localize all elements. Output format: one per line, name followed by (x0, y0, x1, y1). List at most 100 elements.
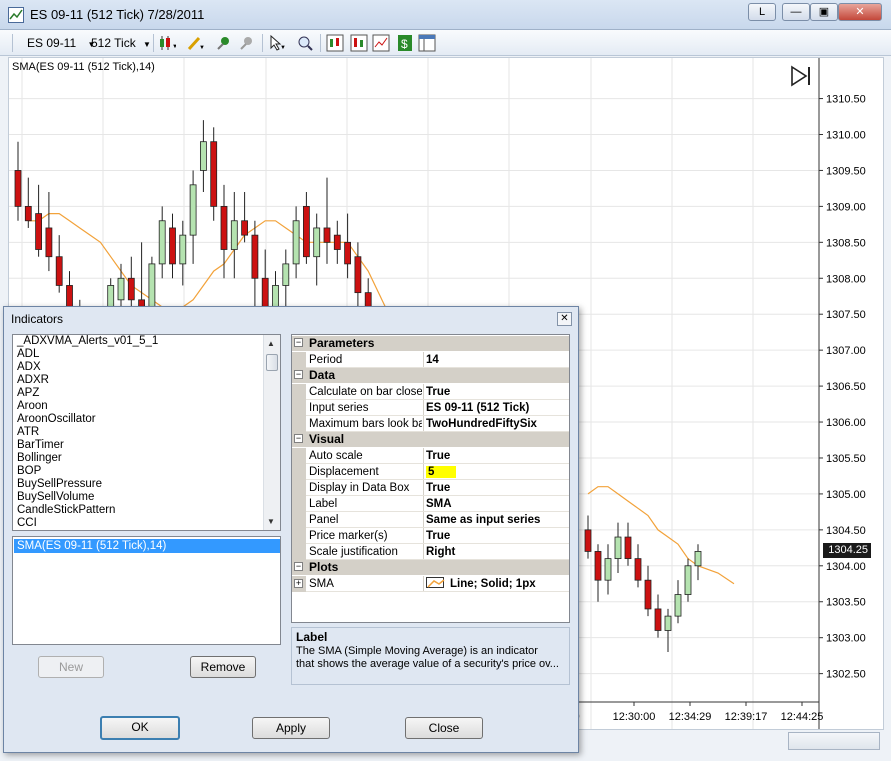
strategies-icon[interactable] (350, 34, 368, 52)
list-item[interactable]: AroonOscillator (13, 413, 280, 426)
list-item[interactable]: ADX (13, 361, 280, 374)
candle-body[interactable] (230, 220, 238, 250)
new-button[interactable]: New (38, 656, 104, 678)
property-value[interactable]: 14 (426, 353, 568, 367)
candlestick-style-icon[interactable]: ▼ (158, 34, 176, 52)
cursor-icon[interactable]: ▼ (268, 34, 286, 52)
property-value[interactable]: True (426, 449, 568, 463)
candle-body[interactable] (654, 608, 662, 631)
scroll-down-icon[interactable]: ▼ (267, 517, 275, 526)
column-divider[interactable] (423, 400, 424, 416)
dialog-close-button[interactable]: ✕ (557, 312, 572, 326)
column-divider[interactable] (423, 448, 424, 464)
collapse-toggle-icon[interactable]: − (294, 338, 303, 347)
property-row[interactable]: + SMA Line; Solid; 1px (292, 576, 569, 592)
property-value[interactable]: Right (426, 545, 568, 559)
candle-body[interactable] (24, 205, 32, 222)
maximize-button[interactable]: ▣ (810, 3, 838, 21)
candle-body[interactable] (292, 220, 300, 265)
apply-button[interactable]: Apply (252, 717, 330, 739)
property-value[interactable]: TwoHundredFiftySix (426, 417, 568, 431)
scroll-up-icon[interactable]: ▲ (267, 339, 275, 348)
list-item[interactable]: BuySellVolume (13, 491, 280, 504)
list-item[interactable]: CandleStickPattern (13, 504, 280, 517)
window-close-button[interactable]: ✕ (838, 3, 882, 21)
draw-pencil-icon[interactable]: ▼ (186, 34, 204, 52)
candle-body[interactable] (354, 256, 362, 294)
candle-body[interactable] (199, 141, 207, 171)
applied-indicator-item[interactable]: SMA(ES 09-11 (512 Tick),14) (14, 539, 280, 553)
horizontal-scrollbar[interactable] (788, 732, 880, 750)
candle-body[interactable] (169, 227, 176, 265)
candle-body[interactable] (664, 615, 672, 631)
column-divider[interactable] (423, 464, 424, 480)
candle-body[interactable] (333, 234, 341, 250)
candle-body[interactable] (584, 529, 592, 552)
column-divider[interactable] (423, 496, 424, 512)
property-value[interactable]: Line; Solid; 1px (426, 577, 568, 591)
property-row[interactable]: Scale justification Right (292, 544, 569, 560)
candle-body[interactable] (210, 141, 218, 207)
column-divider[interactable] (423, 512, 424, 528)
property-row[interactable]: Input series ES 09-11 (512 Tick) (292, 400, 569, 416)
candle-body[interactable] (45, 227, 53, 258)
collapse-toggle-icon[interactable]: − (294, 370, 303, 379)
close-button[interactable]: Close (405, 717, 483, 739)
candle-body[interactable] (684, 565, 692, 595)
candle-body[interactable] (189, 184, 197, 236)
candle-body[interactable] (127, 277, 135, 301)
data-box-icon[interactable] (418, 34, 436, 52)
property-row[interactable]: Display in Data Box True (292, 480, 569, 496)
list-item[interactable]: BuySellPressure (13, 478, 280, 491)
dollar-icon[interactable]: $ (396, 34, 414, 52)
property-value[interactable]: SMA (426, 497, 568, 511)
column-divider[interactable] (423, 528, 424, 544)
candle-body[interactable] (694, 551, 702, 567)
list-item[interactable]: ATR (13, 426, 280, 439)
zoom-icon[interactable] (296, 34, 314, 52)
property-row[interactable]: Maximum bars look back TwoHundredFiftySix (292, 416, 569, 432)
candle-body[interactable] (148, 263, 156, 308)
interval-selector[interactable]: 512 Tick ▼ (91, 36, 151, 50)
column-divider[interactable] (423, 576, 424, 592)
candle-body[interactable] (644, 579, 652, 610)
indicators-icon[interactable] (326, 34, 344, 52)
list-item[interactable]: BarTimer (13, 439, 280, 452)
list-item[interactable]: Aroon (13, 400, 280, 413)
candle-body[interactable] (302, 205, 310, 258)
property-row[interactable]: Price marker(s) True (292, 528, 569, 544)
property-value[interactable]: 5 (426, 465, 568, 479)
add-marker-icon[interactable] (215, 34, 233, 52)
candle-body[interactable] (55, 256, 63, 286)
candle-body[interactable] (35, 213, 43, 250)
candle-body[interactable] (614, 536, 622, 560)
chart-properties-icon[interactable] (372, 34, 390, 52)
property-category[interactable]: − Parameters (292, 336, 569, 351)
column-divider[interactable] (423, 384, 424, 400)
candle-body[interactable] (241, 220, 249, 236)
candle-body[interactable] (624, 536, 632, 560)
list-item[interactable]: APZ (13, 387, 280, 400)
list-scrollbar[interactable]: ▲ ▼ (263, 335, 280, 530)
candle-body[interactable] (14, 170, 22, 207)
expand-toggle-icon[interactable]: + (294, 579, 303, 588)
property-value[interactable]: True (426, 481, 568, 495)
property-grid[interactable]: − Parameters Period 14− Data Calculate on bar… (291, 334, 570, 623)
candle-body[interactable] (251, 234, 259, 279)
candle-body[interactable] (220, 205, 228, 250)
list-item[interactable]: CCI (13, 517, 280, 530)
scroll-thumb[interactable] (266, 354, 278, 371)
remove-button[interactable]: Remove (190, 656, 256, 678)
remove-marker-icon[interactable] (238, 34, 256, 52)
column-divider[interactable] (423, 544, 424, 560)
available-indicators-list[interactable]: _ADXVMA_Alerts_v01_5_1 ADL ADX ADXR APZ … (12, 334, 281, 531)
candle-body[interactable] (158, 220, 166, 265)
column-divider[interactable] (423, 352, 424, 368)
ok-button[interactable]: OK (100, 716, 180, 740)
instrument-selector[interactable]: ES 09-11 ▼ (27, 36, 95, 50)
property-category[interactable]: − Data (292, 368, 569, 383)
candle-body[interactable] (344, 241, 352, 265)
property-row[interactable]: Period 14 (292, 352, 569, 368)
candle-body[interactable] (282, 263, 290, 286)
candle-body[interactable] (313, 227, 321, 258)
